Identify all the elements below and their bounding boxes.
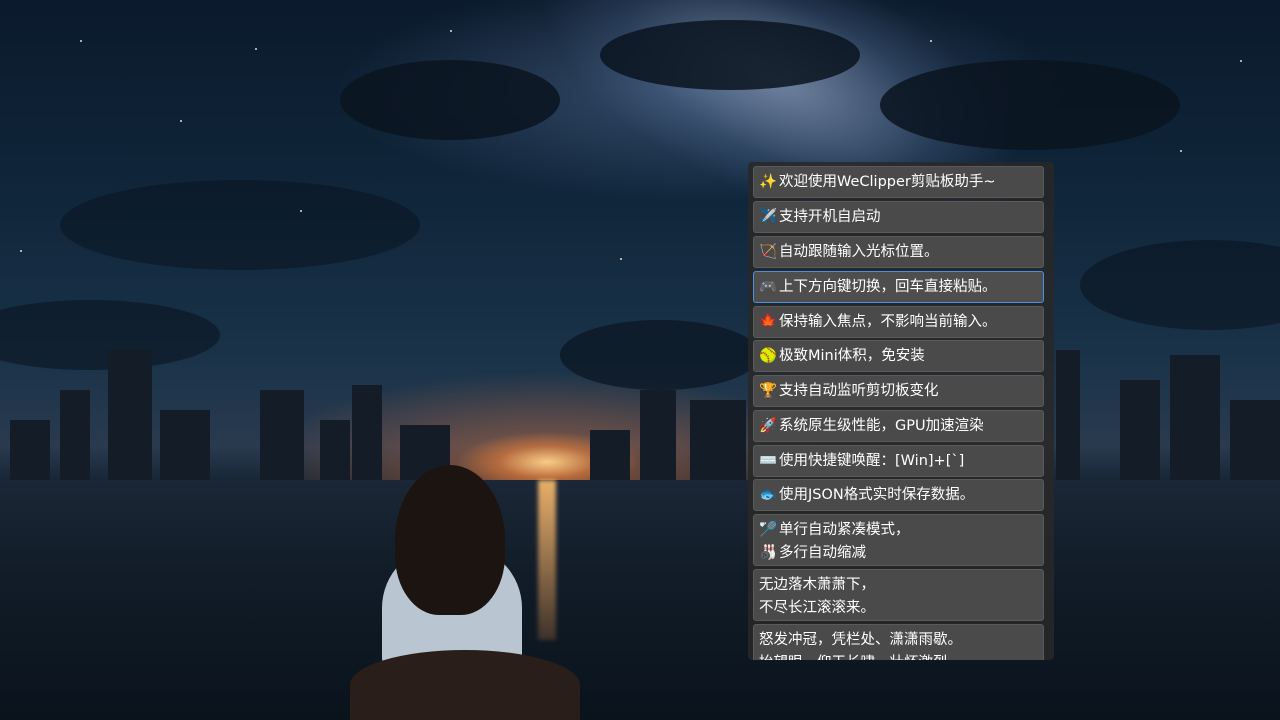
star [180,120,182,122]
item-line: 🚀 系统原生级性能，GPU加速渲染 [759,415,1043,438]
item-line: 不尽长江滚滚来。 [759,600,875,616]
item-line: 🎳 多行自动缩减 [759,542,1043,565]
building [1230,400,1280,480]
clipboard-item-poem-2[interactable]: 怒发冲冠，凭栏处、潇潇雨歇。 抬望眼，仰天长啸，壮怀激烈。 [753,624,1044,660]
building [108,350,152,480]
trophy-icon: 🏆 [759,383,778,399]
rocket-icon: 🚀 [759,418,778,434]
bow-arrow-icon: 🏹 [759,244,778,260]
item-text: 支持自动监听剪切板变化 [779,383,939,399]
building [160,410,210,480]
item-text: 多行自动缩减 [779,545,866,561]
item-line: 🏸 单行自动紧凑模式， [759,519,1043,542]
item-text: 使用快捷键唤醒：[Win]+[`] [779,453,965,469]
gamepad-icon: 🎮 [759,279,778,295]
building [590,430,630,480]
item-line: ✈️ 支持开机自启动 [759,206,1043,229]
airplane-icon: ✈️ [759,209,778,225]
item-line: 🍁 保持输入焦点，不影响当前输入。 [759,311,1043,334]
clipboard-item-poem-1[interactable]: 无边落木萧萧下， 不尽长江滚滚来。 [753,569,1044,621]
building [352,385,382,480]
item-line: ✨ 欢迎使用WeClipper剪贴板助手~ [759,171,1043,194]
star [620,258,622,260]
clipboard-item-hotkey[interactable]: ⌨️ 使用快捷键唤醒：[Win]+[`] [753,445,1044,477]
item-line: 怒发冲冠，凭栏处、潇潇雨歇。 [759,632,962,648]
cloud [340,60,560,140]
item-line: 抬望眼，仰天长啸，壮怀激烈。 [759,652,1043,660]
item-text: 欢迎使用WeClipper剪贴板助手~ [779,174,996,190]
river-water [0,480,1280,720]
item-text: 极致Mini体积，免安装 [779,348,925,364]
fish-icon: 🐟 [759,487,778,503]
item-text: 系统原生级性能，GPU加速渲染 [779,418,984,434]
item-line: 🥎 极致Mini体积，免安装 [759,345,1043,368]
bowling-icon: 🎳 [759,545,778,561]
building [260,390,304,480]
clipboard-item-compact-mode[interactable]: 🏸 单行自动紧凑模式， 🎳 多行自动缩减 [753,514,1044,566]
clipboard-item-monitor[interactable]: 🏆 支持自动监听剪切板变化 [753,375,1044,407]
sun-reflection [538,480,556,640]
star [20,250,22,252]
item-line: 🐟 使用JSON格式实时保存数据。 [759,484,1043,507]
cloud [880,60,1180,150]
clipboard-panel: ✨ 欢迎使用WeClipper剪贴板助手~ ✈️ 支持开机自启动 🏹 自动跟随输入光标… [748,162,1054,660]
item-text: 自动跟随输入光标位置。 [779,244,939,260]
building [1170,355,1220,480]
item-text: 支持开机自启动 [779,209,881,225]
cloud [60,180,420,270]
item-line: 🎮 上下方向键切换，回车直接粘贴。 [759,276,1043,299]
item-line: 🏆 支持自动监听剪切板变化 [759,380,1043,403]
building [640,390,676,480]
building [10,420,50,480]
city-skyline [0,340,1280,480]
item-line: 无边落木萧萧下， [759,577,875,593]
building [1120,380,1160,480]
star [300,210,302,212]
item-text: 单行自动紧凑模式， [779,522,910,538]
clipboard-item-mini-size[interactable]: 🥎 极致Mini体积，免安装 [753,340,1044,372]
star [255,48,257,50]
clipboard-item-arrow-keys[interactable]: 🎮 上下方向键切换，回车直接粘贴。 [753,271,1044,303]
star [80,40,82,42]
badminton-icon: 🏸 [759,522,778,538]
star [930,40,932,42]
building [1056,350,1080,480]
girl-skirt [350,650,580,720]
clipboard-item-autostart[interactable]: ✈️ 支持开机自启动 [753,201,1044,233]
item-text: 使用JSON格式实时保存数据。 [779,487,975,503]
building [690,400,746,480]
star [1180,150,1182,152]
clipboard-item-follow-cursor[interactable]: 🏹 自动跟随输入光标位置。 [753,236,1044,268]
girl-hair [395,465,505,615]
cloud [600,20,860,90]
sparkles-icon: ✨ [759,174,778,190]
building [60,390,90,480]
item-line: ⌨️ 使用快捷键唤醒：[Win]+[`] [759,450,1043,473]
desktop-wallpaper: ✨ 欢迎使用WeClipper剪贴板助手~ ✈️ 支持开机自启动 🏹 自动跟随输入光标… [0,0,1280,720]
clipboard-item-json[interactable]: 🐟 使用JSON格式实时保存数据。 [753,479,1044,511]
item-line: 🏹 自动跟随输入光标位置。 [759,241,1043,264]
item-text: 保持输入焦点，不影响当前输入。 [779,314,997,330]
maple-leaf-icon: 🍁 [759,314,778,330]
star [450,30,452,32]
keyboard-icon: ⌨️ [759,453,778,469]
item-text: 上下方向键切换，回车直接粘贴。 [779,279,997,295]
building [320,420,350,480]
softball-icon: 🥎 [759,348,778,364]
clipboard-item-welcome[interactable]: ✨ 欢迎使用WeClipper剪贴板助手~ [753,166,1044,198]
cloud [1080,240,1280,330]
star [1240,60,1242,62]
clipboard-item-keep-focus[interactable]: 🍁 保持输入焦点，不影响当前输入。 [753,306,1044,338]
clipboard-item-performance[interactable]: 🚀 系统原生级性能，GPU加速渲染 [753,410,1044,442]
